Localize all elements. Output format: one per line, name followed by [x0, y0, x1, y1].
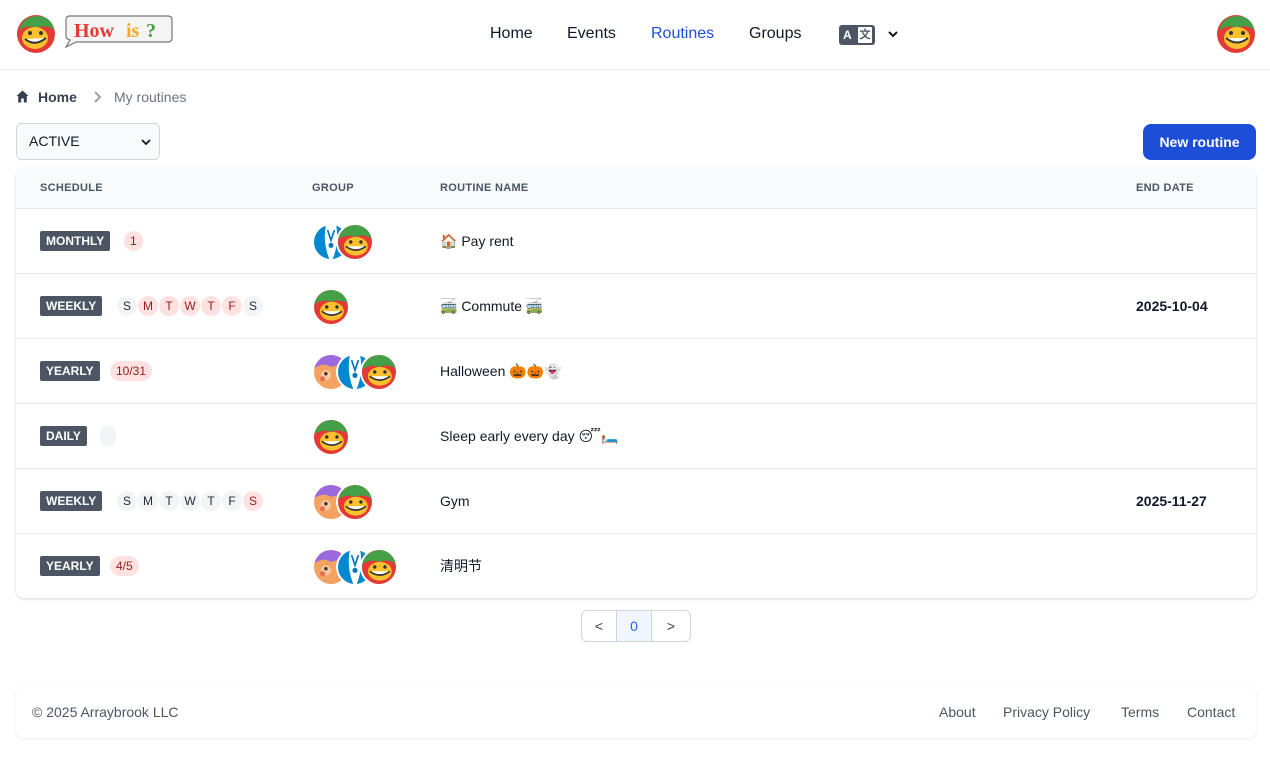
weekday-chip: S — [117, 491, 137, 511]
weekday-chip: T — [201, 491, 221, 511]
nav-routines[interactable]: Routines — [651, 24, 714, 44]
language-switcher[interactable]: A文 — [839, 24, 901, 46]
schedule-detail-pill — [100, 426, 116, 446]
prev-page-button[interactable]: < — [582, 611, 617, 641]
chevron-down-icon — [141, 139, 151, 146]
pagination: < 0 > — [581, 610, 691, 642]
weekday-chip: S — [243, 491, 263, 511]
table-row[interactable]: MONTHLY 1 🏠 Pay rent — [16, 208, 1256, 273]
group-avatar-green-face[interactable] — [360, 353, 398, 391]
routine-name[interactable]: 🏠 Pay rent — [440, 232, 513, 250]
end-date: 2025-10-04 — [1136, 298, 1208, 314]
header-routine-name: ROUTINE NAME — [440, 182, 529, 194]
table-row[interactable]: WEEKLY S M T W T F S Gym 2025-11-27 — [16, 468, 1256, 533]
schedule-badge: YEARLY — [40, 361, 100, 381]
user-avatar[interactable] — [1216, 14, 1256, 54]
breadcrumb-home[interactable]: Home — [38, 88, 77, 106]
footer-link-contact[interactable]: Contact — [1187, 703, 1235, 721]
weekday-chip: T — [201, 296, 221, 316]
routine-name[interactable]: Gym — [440, 492, 470, 510]
weekday-chip: W — [180, 296, 200, 316]
main-nav: Home Events Routines Groups — [0, 0, 1270, 70]
routine-name[interactable]: 🚎 Commute 🚎 — [440, 297, 543, 315]
group-avatar-green-face[interactable] — [336, 483, 374, 521]
table-row[interactable]: WEEKLY S M T W T F S 🚎 Commute 🚎 2025-10-04 — [16, 273, 1256, 338]
weekday-chip: F — [222, 296, 242, 316]
page: How is ? Home Events Routines Groups A文 — [0, 0, 1270, 760]
status-filter-value: ACTIVE — [29, 133, 80, 149]
weekday-chip: F — [222, 491, 242, 511]
current-page[interactable]: 0 — [617, 611, 652, 641]
schedule-badge: WEEKLY — [40, 296, 103, 316]
schedule-badge: WEEKLY — [40, 491, 103, 511]
weekday-chip: M — [138, 296, 158, 316]
footer-link-privacy[interactable]: Privacy Policy — [1003, 703, 1090, 721]
routine-name[interactable]: Halloween 🎃🎃👻 — [440, 362, 562, 380]
table-header: SCHEDULE GROUP ROUTINE NAME END DATE — [16, 168, 1256, 208]
schedule-badge: MONTHLY — [40, 231, 111, 251]
routine-name[interactable]: 清明节 — [440, 557, 482, 575]
next-page-button[interactable]: > — [652, 611, 690, 641]
nav-groups[interactable]: Groups — [749, 24, 801, 44]
schedule-badge: DAILY — [40, 426, 87, 446]
status-filter-select[interactable]: ACTIVE — [16, 123, 160, 160]
weekday-chip: W — [180, 491, 200, 511]
schedule-badge: YEARLY — [40, 556, 100, 576]
footer: © 2025 Arraybrook LLC About Privacy Poli… — [16, 686, 1256, 738]
schedule-detail-pill: 1 — [124, 231, 143, 251]
routine-name[interactable]: Sleep early every day 😴🛏️ — [440, 427, 618, 445]
table-row[interactable]: YEARLY 4/5 清明节 — [16, 533, 1256, 598]
group-avatar-green-face[interactable] — [360, 548, 398, 586]
table-row[interactable]: DAILY Sleep early every day 😴🛏️ — [16, 403, 1256, 468]
footer-link-about[interactable]: About — [939, 703, 976, 721]
copyright: © 2025 Arraybrook LLC — [32, 704, 179, 720]
header-schedule: SCHEDULE — [40, 182, 103, 194]
nav-home[interactable]: Home — [490, 24, 533, 44]
chevron-down-icon — [888, 31, 898, 38]
translate-icon: A文 — [839, 25, 875, 45]
routines-table: SCHEDULE GROUP ROUTINE NAME END DATE MON… — [16, 168, 1256, 598]
top-navbar: How is ? Home Events Routines Groups A文 — [0, 0, 1270, 70]
weekday-chip: T — [159, 296, 179, 316]
weekday-chip: T — [159, 491, 179, 511]
group-avatar-green-face[interactable] — [312, 288, 350, 326]
weekday-chip: M — [138, 491, 158, 511]
schedule-detail-pill: 10/31 — [110, 361, 153, 381]
group-avatar-green-face[interactable] — [336, 223, 374, 261]
home-icon — [16, 90, 29, 103]
weekday-chip: S — [243, 296, 263, 316]
footer-link-terms[interactable]: Terms — [1121, 703, 1159, 721]
header-group: GROUP — [312, 182, 354, 194]
table-row[interactable]: YEARLY 10/31 Halloween 🎃🎃👻 — [16, 338, 1256, 403]
weekday-chip: S — [117, 296, 137, 316]
nav-events[interactable]: Events — [567, 24, 616, 44]
end-date: 2025-11-27 — [1136, 493, 1207, 509]
schedule-detail-pill: 4/5 — [110, 556, 139, 576]
chevron-right-icon — [94, 91, 102, 103]
header-end-date: END DATE — [1136, 182, 1194, 194]
group-avatar-green-face[interactable] — [312, 418, 350, 456]
new-routine-button[interactable]: New routine — [1143, 124, 1256, 160]
breadcrumb-current: My routines — [114, 89, 187, 105]
